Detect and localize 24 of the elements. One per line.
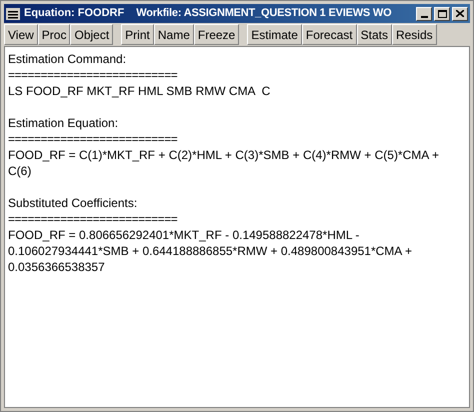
window-title: Equation: FOODRF <box>24 6 124 22</box>
equation-line: 0.0356366538357 <box>8 259 105 275</box>
divider-text: ========================== <box>8 211 178 227</box>
toolbar-button[interactable]: Object <box>70 24 114 45</box>
toolbar-button[interactable]: Forecast <box>302 24 357 45</box>
equation-line: FOOD_RF = 0.806656292401*MKT_RF - 0.149588822478*HML - <box>8 227 360 243</box>
toolbar-button[interactable]: Estimate <box>247 24 302 45</box>
toolbar-button[interactable]: Proc <box>38 24 70 45</box>
toolbar-button[interactable]: Name <box>154 24 194 45</box>
toolbar-button[interactable]: Freeze <box>194 24 240 45</box>
toolbar-button[interactable]: Resids <box>392 24 437 45</box>
toolbar-button[interactable]: Print <box>121 24 154 45</box>
workfile-title: Workfile: ASSIGNMENT_QUESTION 1 EVIEWS WO <box>136 6 392 22</box>
divider-text: ========================== <box>8 131 178 147</box>
equation-line: 0.106027934441*SMB + 0.644188886855*RMW + 0.489800843951*CMA + <box>8 243 412 259</box>
equation-line: LS FOOD_RF MKT_RF HML SMB RMW CMA C <box>8 83 270 99</box>
section-heading: Estimation Equation: <box>8 115 118 131</box>
toolbar-button[interactable]: Stats <box>356 24 392 45</box>
section-heading: Estimation Command: <box>8 51 126 67</box>
section-heading: Substituted Coefficients: <box>8 195 138 211</box>
equation-line: FOOD_RF = C(1)*MKT_RF + C(2)*HML + C(3)*SMB + C(4)*RMW + C(5)*CMA + <box>8 147 439 163</box>
divider-text: ========================== <box>8 67 178 83</box>
equation-line: C(6) <box>8 163 32 179</box>
toolbar-button[interactable]: View <box>4 24 38 45</box>
